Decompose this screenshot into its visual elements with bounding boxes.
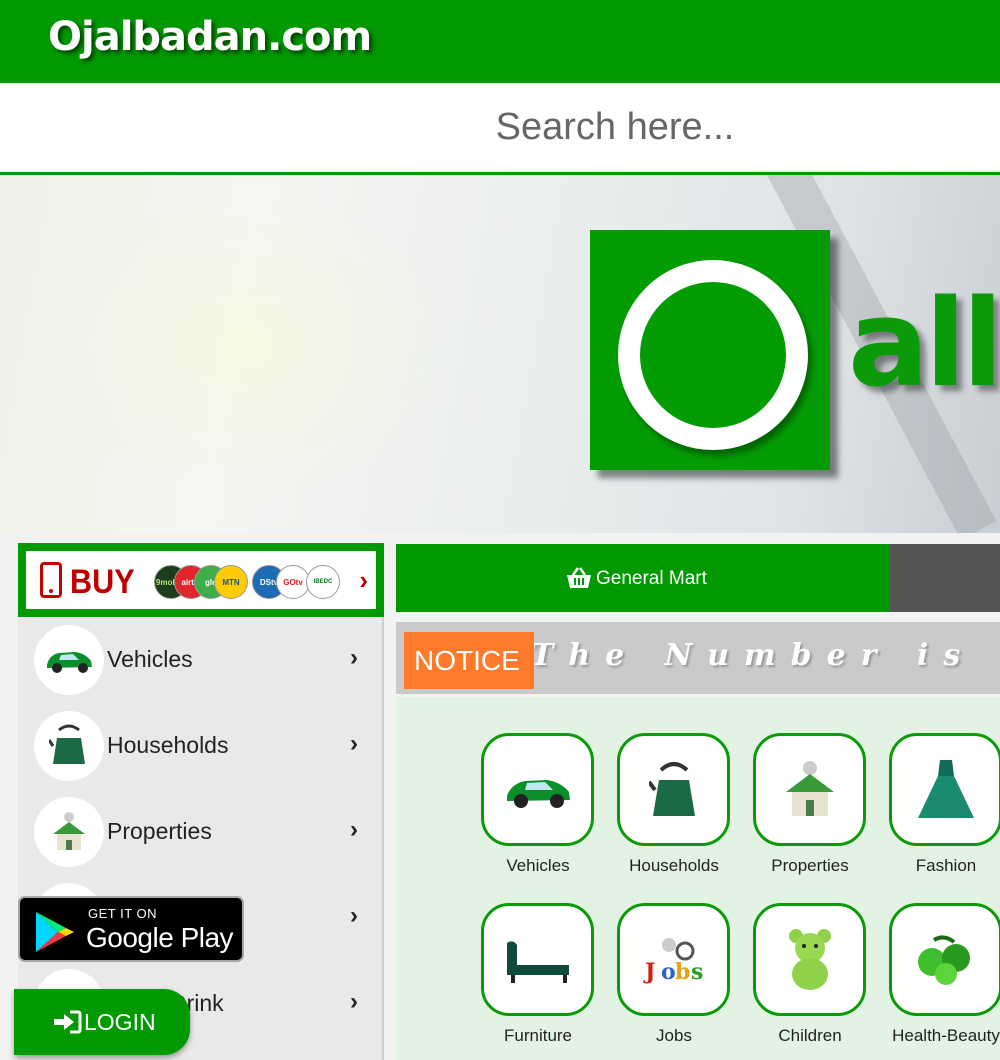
svg-text:b: b bbox=[675, 959, 690, 985]
jobs-icon: Jobs bbox=[617, 903, 730, 1016]
google-play-big-text: Google Play bbox=[86, 922, 234, 953]
chevron-right-icon: › bbox=[359, 565, 368, 595]
sidebar-item-properties[interactable]: Properties › bbox=[18, 789, 384, 875]
grid-item-label: Health-Beauty bbox=[892, 1026, 1000, 1045]
grid-item-label: Properties bbox=[771, 856, 849, 875]
svg-text:J: J bbox=[643, 959, 655, 985]
mobile-phone-icon bbox=[40, 562, 62, 598]
grid-item-label: Fashion bbox=[915, 856, 977, 875]
google-play-small-text: GET IT ON bbox=[88, 906, 158, 921]
sidebar-item-label: Households bbox=[107, 732, 229, 758]
chevron-right-icon: › bbox=[350, 730, 358, 757]
site-title[interactable]: Ojalbadan.com bbox=[48, 14, 372, 60]
buy-airtime-box[interactable]: BUY 9mobile airtel glo MTN DStv GOtv IBE… bbox=[18, 543, 384, 617]
grid-item-households[interactable]: Households bbox=[601, 733, 737, 883]
grid-item-label: Vehicles bbox=[506, 856, 570, 875]
grid-item-label: Jobs bbox=[656, 1026, 692, 1045]
login-label: LOGIN bbox=[84, 1009, 156, 1035]
car-icon bbox=[481, 733, 594, 846]
basket-icon bbox=[567, 567, 591, 588]
grid-item-children[interactable]: Children bbox=[737, 903, 873, 1053]
category-sidebar: BUY 9mobile airtel glo MTN DStv GOtv IBE… bbox=[18, 543, 384, 1060]
sidebar-item-vehicles[interactable]: Vehicles › bbox=[18, 617, 384, 703]
grid-item-health-beauty[interactable]: Health-Beauty bbox=[873, 903, 1000, 1053]
carrier-gotv-icon: GOtv bbox=[276, 565, 310, 599]
sidebar-item-label: Properties bbox=[107, 818, 212, 844]
kettle-icon bbox=[617, 733, 730, 846]
notice-marquee-text: The Number is GRO bbox=[531, 638, 1000, 673]
kettle-icon bbox=[34, 711, 104, 781]
google-play-badge[interactable]: GET IT ON Google Play bbox=[18, 896, 244, 962]
search-input[interactable] bbox=[0, 83, 1000, 172]
google-play-icon bbox=[36, 912, 74, 952]
svg-text:o: o bbox=[661, 959, 676, 985]
category-grid: Vehicles Households Properties Fashion F… bbox=[396, 697, 1000, 1060]
sign-in-icon bbox=[54, 1010, 82, 1034]
grid-item-label: Children bbox=[778, 1026, 842, 1045]
fruits-icon bbox=[889, 903, 1000, 1016]
sofa-icon bbox=[481, 903, 594, 1016]
buy-label: BUY bbox=[70, 563, 135, 601]
grid-item-label: Furniture bbox=[503, 1026, 573, 1045]
banner-logo-mark bbox=[590, 230, 830, 470]
notice-tag: NOTICE bbox=[404, 632, 534, 689]
notice-bar: The Number is GRO NOTICE bbox=[396, 622, 1000, 694]
chevron-right-icon: › bbox=[350, 644, 358, 671]
sidebar-item-households[interactable]: Households › bbox=[18, 703, 384, 789]
hero-banner: all bbox=[0, 175, 1000, 533]
tab-general-label: General Mart bbox=[596, 568, 707, 589]
grid-item-label: Households bbox=[629, 856, 719, 875]
carrier-ibedc-icon: IBEDC bbox=[306, 565, 340, 599]
grid-item-jobs[interactable]: Jobs Jobs bbox=[601, 903, 737, 1053]
chevron-right-icon: › bbox=[350, 816, 358, 843]
car-icon bbox=[34, 625, 104, 695]
grid-item-properties[interactable]: Properties bbox=[737, 733, 873, 883]
svg-text:s: s bbox=[691, 959, 703, 985]
grid-item-furniture[interactable]: Furniture bbox=[465, 903, 601, 1053]
carrier-mtn-icon: MTN bbox=[214, 565, 248, 599]
gown-icon bbox=[889, 733, 1000, 846]
teddy-bear-icon bbox=[753, 903, 866, 1016]
banner-glow bbox=[40, 195, 460, 495]
buy-airtime-button[interactable]: BUY 9mobile airtel glo MTN DStv GOtv IBE… bbox=[26, 551, 376, 609]
chevron-right-icon: › bbox=[350, 902, 358, 929]
tab-secondary[interactable] bbox=[890, 544, 1000, 612]
mart-tabs: General Mart bbox=[396, 544, 1000, 612]
grid-item-fashion[interactable]: Fashion bbox=[873, 733, 1000, 883]
house-icon bbox=[34, 797, 104, 867]
banner-logo-text: all bbox=[848, 275, 1000, 414]
login-button[interactable]: LOGIN bbox=[14, 989, 190, 1055]
search-bar bbox=[0, 83, 1000, 175]
tab-general-mart[interactable]: General Mart bbox=[396, 544, 890, 612]
logo-ring-icon bbox=[618, 260, 808, 450]
top-header: Ojalbadan.com bbox=[0, 0, 1000, 83]
chevron-right-icon: › bbox=[350, 988, 358, 1015]
grid-item-vehicles[interactable]: Vehicles bbox=[465, 733, 601, 883]
house-icon bbox=[753, 733, 866, 846]
sidebar-item-label: Vehicles bbox=[107, 646, 193, 672]
